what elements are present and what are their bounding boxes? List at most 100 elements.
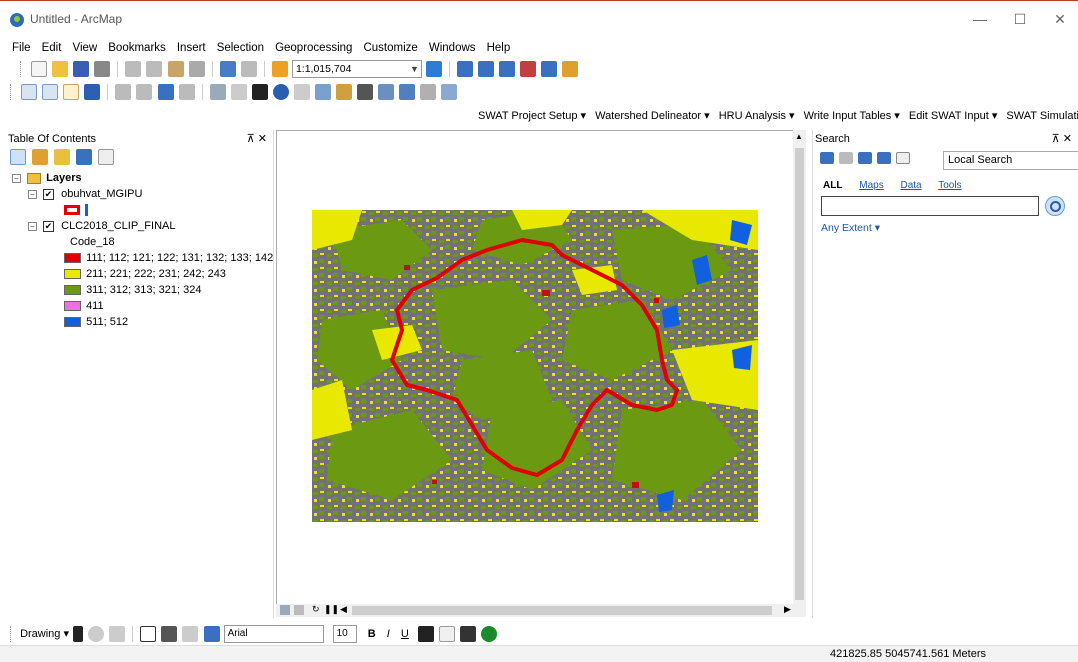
land-cover-map[interactable] (312, 210, 758, 522)
write-input-tables-menu[interactable]: Write Input Tables ▾ (804, 109, 900, 122)
full-extent-icon[interactable] (84, 84, 101, 100)
legend-class-row[interactable]: 111; 112; 121; 122; 131; 132; 133; 142 (12, 252, 273, 268)
delete-icon[interactable] (188, 61, 205, 77)
layer-visibility-checkbox[interactable]: ✔ (43, 220, 55, 232)
hyperlink-icon[interactable] (293, 84, 310, 100)
class-swatch[interactable] (64, 253, 81, 264)
options-icon[interactable] (896, 152, 911, 165)
open-icon[interactable] (52, 61, 69, 77)
identify-icon[interactable] (272, 84, 289, 100)
rectangle-icon[interactable] (140, 626, 157, 642)
refresh-icon[interactable] (877, 152, 892, 165)
layers-group-row[interactable]: − Layers (12, 172, 273, 188)
map-horizontal-scrollbar[interactable]: ↻ ❚❚ ◀ ▶ (276, 604, 806, 617)
menu-help[interactable]: Help (483, 39, 515, 54)
watershed-delineator-menu[interactable]: Watershed Delineator ▾ (595, 109, 710, 122)
tab-maps[interactable]: Maps (859, 180, 883, 191)
collapse-icon[interactable]: − (12, 173, 21, 183)
menu-file[interactable]: File (8, 39, 35, 54)
new-text-icon[interactable] (161, 626, 178, 642)
edit-swat-input-menu[interactable]: Edit SWAT Input ▾ (909, 109, 997, 122)
forward-icon[interactable] (178, 84, 195, 100)
scroll-thumb[interactable] (795, 148, 804, 600)
callout-icon[interactable] (182, 626, 199, 642)
rotate-icon[interactable] (88, 626, 105, 642)
select-elements-icon[interactable] (251, 84, 268, 100)
data-view-icon[interactable] (280, 605, 290, 615)
underline-button[interactable]: U (401, 628, 409, 640)
legend-class-row[interactable]: 311; 312; 313; 321; 324 (12, 284, 273, 300)
menu-insert[interactable]: Insert (173, 39, 210, 54)
menu-edit[interactable]: Edit (38, 39, 66, 54)
paste-icon[interactable] (167, 61, 184, 77)
menu-geoprocessing[interactable]: Geoprocessing (271, 39, 356, 54)
bold-button[interactable]: B (368, 628, 376, 640)
line-color-icon[interactable] (459, 626, 476, 642)
toc-pin-close-button[interactable]: ⊼ ✕ (247, 132, 267, 145)
zoom-whole-page-icon[interactable] (109, 626, 126, 642)
hru-analysis-menu[interactable]: HRU Analysis ▾ (719, 109, 795, 122)
list-by-drawing-order-icon[interactable] (10, 149, 26, 165)
pan-icon[interactable] (63, 84, 80, 100)
search-icon[interactable] (1045, 196, 1065, 216)
class-swatch[interactable] (64, 301, 81, 312)
scroll-up-icon[interactable]: ▲ (795, 132, 803, 141)
copy-icon[interactable] (146, 61, 163, 77)
arctoolbox-icon[interactable] (520, 61, 537, 77)
model-builder-icon[interactable] (562, 61, 579, 77)
save-icon[interactable] (73, 61, 90, 77)
swat-project-setup-menu[interactable]: SWAT Project Setup ▾ (478, 109, 586, 122)
python-window-icon[interactable] (541, 61, 558, 77)
find-route-icon[interactable] (378, 84, 395, 100)
collapse-icon[interactable]: − (28, 189, 37, 199)
class-swatch[interactable] (64, 317, 81, 328)
map-scale-select[interactable]: 1:1,015,704 ▼ (291, 60, 422, 78)
add-data-icon[interactable] (271, 61, 288, 77)
fixed-zoom-out-icon[interactable] (136, 84, 153, 100)
boundary-symbol[interactable] (64, 205, 80, 216)
scroll-thumb[interactable] (352, 606, 772, 615)
font-size-select[interactable]: 10 (332, 625, 357, 643)
zoom-out-icon[interactable] (42, 84, 59, 100)
class-swatch[interactable] (64, 285, 81, 296)
scroll-left-icon[interactable]: ◀ (340, 604, 347, 615)
table-icon[interactable] (457, 61, 474, 77)
layer-row-obuhvat[interactable]: − ✔ obuhvat_MGIPU (12, 188, 273, 204)
layer-row-clc2018[interactable]: − ✔ CLC2018_CLIP_FINAL (12, 220, 273, 236)
menu-view[interactable]: View (68, 39, 101, 54)
fixed-zoom-in-icon[interactable] (115, 84, 132, 100)
drawing-menu[interactable]: Drawing ▾ (20, 628, 69, 640)
redo-icon[interactable] (240, 61, 257, 77)
html-popup-icon[interactable] (315, 84, 331, 100)
print-icon[interactable] (94, 61, 111, 77)
search-input[interactable] (821, 196, 1039, 216)
marker-color-icon[interactable] (481, 626, 498, 642)
maximize-button[interactable]: ☐ (1000, 9, 1040, 29)
search-scope-select[interactable]: Local Search (943, 151, 1078, 170)
scroll-right-icon[interactable]: ▶ (784, 604, 791, 615)
new-document-icon[interactable] (31, 61, 48, 77)
legend-class-row[interactable]: 411 (12, 300, 273, 316)
any-extent-link[interactable]: Any Extent ▾ (821, 222, 880, 234)
tab-all[interactable]: ALL (823, 180, 842, 191)
pause-icon[interactable]: ❚❚ (324, 604, 339, 615)
italic-button[interactable]: I (387, 628, 390, 640)
select-features-icon[interactable] (209, 84, 226, 100)
menu-windows[interactable]: Windows (425, 39, 480, 54)
cut-icon[interactable] (125, 61, 142, 77)
class-swatch[interactable] (64, 269, 81, 280)
legend-class-row[interactable]: 511; 512 (12, 316, 273, 332)
select-elements-icon[interactable] (73, 626, 84, 642)
swat-simulation-menu[interactable]: SWAT Simulation ▾ (1006, 109, 1078, 122)
zoom-in-icon[interactable] (21, 84, 38, 100)
go-to-xy-icon[interactable] (399, 84, 416, 100)
list-by-visibility-icon[interactable] (54, 149, 71, 165)
fill-color-icon[interactable] (438, 626, 455, 642)
clear-selection-icon[interactable] (230, 84, 247, 100)
layout-view-icon[interactable] (294, 605, 304, 615)
viewer-window-icon[interactable] (441, 84, 458, 100)
font-name-select[interactable]: Arial (223, 625, 324, 643)
find-icon[interactable] (357, 84, 374, 100)
back-icon[interactable] (820, 152, 834, 165)
undo-icon[interactable] (219, 61, 236, 77)
